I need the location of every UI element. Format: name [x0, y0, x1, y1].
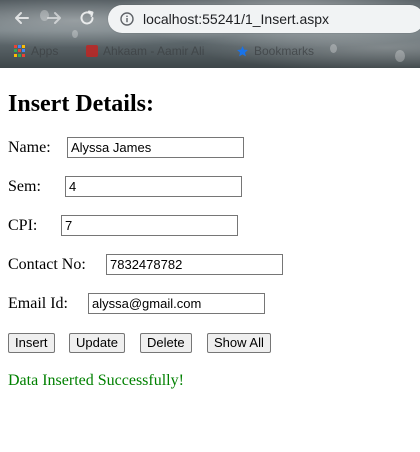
sem-label: Sem: — [8, 178, 41, 195]
page-title: Insert Details: — [8, 91, 154, 117]
reload-button[interactable] — [77, 8, 97, 28]
sem-input[interactable] — [65, 176, 242, 197]
browser-toolbar: localhost:55241/1_Insert.aspx Apps Ahkaa… — [0, 0, 420, 68]
name-input[interactable] — [67, 137, 244, 158]
show-all-button[interactable]: Show All — [207, 333, 271, 353]
email-label: Email Id: — [8, 295, 68, 312]
cpi-input[interactable] — [61, 215, 238, 236]
cpi-label: CPI: — [8, 217, 38, 234]
bookmark-label: Apps — [31, 44, 59, 58]
bookmarks-bar: Apps Ahkaam - Aamir Ali Bookmarks — [0, 40, 420, 66]
back-arrow-icon — [15, 12, 29, 24]
status-message: Data Inserted Successfully! — [8, 372, 184, 389]
contact-label: Contact No: — [8, 256, 86, 273]
back-button[interactable] — [12, 8, 32, 28]
apps-grid-icon — [14, 45, 26, 57]
forward-arrow-icon — [47, 12, 61, 24]
address-url[interactable]: localhost:55241/1_Insert.aspx — [143, 11, 329, 27]
delete-button[interactable]: Delete — [140, 333, 192, 353]
bookmark-folder[interactable]: Bookmarks — [236, 44, 314, 58]
name-label: Name: — [8, 139, 51, 156]
forward-button[interactable] — [44, 8, 64, 28]
bookmark-label: Ahkaam - Aamir Ali — [103, 44, 205, 58]
email-input[interactable] — [88, 293, 265, 314]
insert-button[interactable]: Insert — [8, 333, 55, 353]
site-favicon-icon — [86, 45, 98, 57]
address-bar[interactable]: localhost:55241/1_Insert.aspx — [108, 5, 420, 33]
bookmark-label: Bookmarks — [254, 44, 315, 58]
star-icon — [237, 45, 248, 56]
info-icon[interactable] — [120, 12, 134, 26]
contact-input[interactable] — [106, 254, 283, 275]
bookmark-apps[interactable]: Apps — [14, 44, 58, 58]
reload-icon — [80, 10, 94, 25]
bookmark-site[interactable]: Ahkaam - Aamir Ali — [86, 44, 204, 58]
update-button[interactable]: Update — [69, 333, 125, 353]
raindrop-decoration — [72, 30, 78, 38]
